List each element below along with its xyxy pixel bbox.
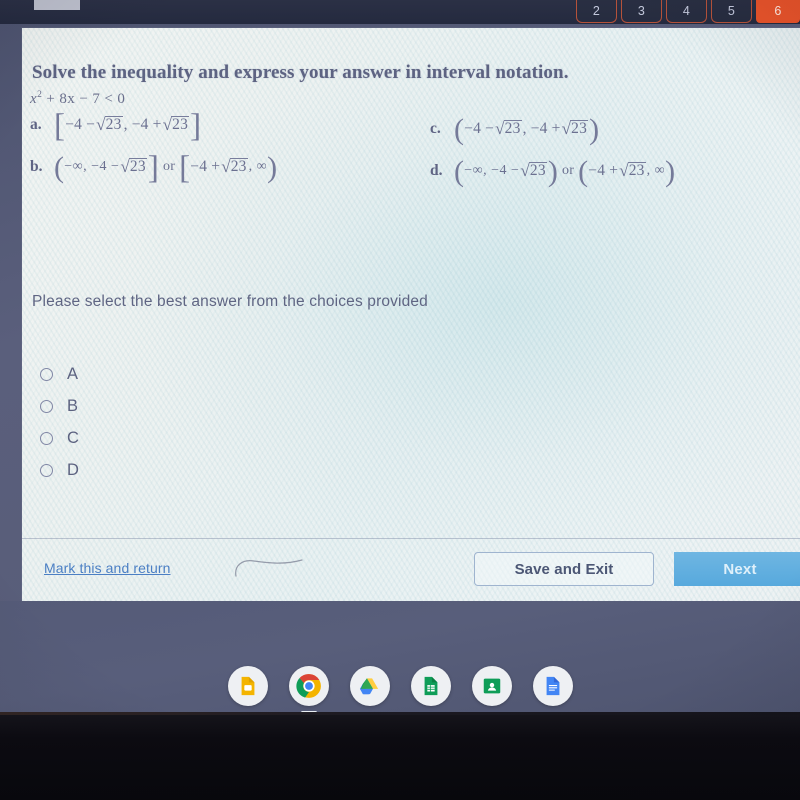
- choice-d-radical-1: √ 23: [520, 162, 547, 180]
- question-tab-3[interactable]: 3: [621, 0, 662, 23]
- chromeos-shelf: [0, 660, 800, 714]
- select-answer-instruction: Please select the best answer from the c…: [32, 293, 428, 310]
- choice-b-first-left: −∞, −4 −: [64, 159, 120, 174]
- choice-d-second-left: −4 +: [588, 162, 619, 179]
- radio-label-c: C: [67, 428, 79, 447]
- choice-a-radicand-2: 23: [171, 116, 190, 134]
- choice-a-left-term: −4 −: [65, 116, 96, 133]
- answer-choice-d[interactable]: d. ( −∞, −4 − √ 23 ) or ( −4 + √ 23 , ∞ …: [430, 155, 676, 188]
- question-tab-6[interactable]: 6: [756, 0, 800, 23]
- next-button[interactable]: Next: [674, 552, 800, 586]
- choice-c-radical-1: √ 23: [495, 120, 522, 138]
- google-docs-icon[interactable]: [532, 666, 573, 706]
- choice-b-second-left: −4 +: [190, 158, 221, 175]
- equation-variable: x: [30, 91, 38, 107]
- choice-d-letter: d.: [430, 162, 443, 179]
- radio-option-a[interactable]: A: [40, 358, 79, 390]
- choice-a-letter: a.: [30, 116, 42, 133]
- choice-c-radical-2: √ 23: [562, 120, 589, 138]
- choice-d-first-left: −∞, −4 −: [464, 163, 520, 178]
- choice-d-expression: ( −∞, −4 − √ 23 ) or ( −4 + √ 23 , ∞): [454, 155, 676, 188]
- choice-d-radicand-1: 23: [528, 162, 547, 180]
- browser-chrome-bar: 2 3 4 5 6: [0, 0, 800, 24]
- answer-choice-a[interactable]: a. [ −4 − √ 23 , −4 + √ 23 ]: [30, 108, 202, 144]
- choice-c-expression: ( −4 − √ 23 , −4 + √ 23 ): [454, 113, 600, 146]
- choice-c-radicand-2: 23: [570, 120, 589, 138]
- choice-c-letter: c.: [430, 120, 441, 137]
- question-tab-4[interactable]: 4: [666, 0, 707, 23]
- google-classroom-icon[interactable]: [471, 666, 512, 706]
- choice-b-letter: b.: [30, 158, 43, 175]
- choice-d-or-word: or: [562, 163, 575, 178]
- radio-circle-icon[interactable]: [40, 367, 53, 381]
- google-sheets-icon[interactable]: [410, 666, 451, 706]
- mark-this-and-return-link[interactable]: Mark this and return: [44, 560, 171, 576]
- radio-option-b[interactable]: B: [40, 390, 79, 422]
- choice-a-mid: , −4 +: [123, 116, 162, 133]
- choice-a-expression: [ −4 − √ 23 , −4 + √ 23 ]: [54, 108, 202, 144]
- choice-a-radicand-1: 23: [104, 116, 123, 134]
- screenshot-root: 2 3 4 5 6 Solve the inequality and expre…: [0, 0, 800, 800]
- choice-d-radicand-2: 23: [627, 162, 646, 180]
- screen-smudge-artifact: [235, 559, 303, 577]
- save-and-exit-button[interactable]: Save and Exit: [474, 552, 654, 586]
- question-number-tabs: 2 3 4 5 6: [576, 0, 800, 24]
- choice-b-radical-1: √ 23: [120, 158, 147, 176]
- choice-b-or-word: or: [163, 159, 176, 174]
- equation-rest: + 8x − 7 < 0: [46, 91, 126, 107]
- answer-choice-c[interactable]: c. ( −4 − √ 23 , −4 + √ 23 ): [430, 113, 600, 146]
- question-tab-2[interactable]: 2: [576, 0, 617, 23]
- quiz-card: Solve the inequality and express your an…: [22, 28, 800, 601]
- choice-a-radical-2: √ 23: [163, 116, 190, 134]
- laptop-screen: 2 3 4 5 6 Solve the inequality and expre…: [0, 0, 800, 714]
- question-tab-5[interactable]: 5: [711, 0, 752, 23]
- choice-b-radical-2: √ 23: [221, 158, 248, 176]
- choice-c-mid: , −4 +: [522, 120, 561, 137]
- choice-b-second-right: , ∞: [248, 159, 268, 174]
- choice-c-left-term: −4 −: [464, 120, 495, 137]
- choice-b-radicand-1: 23: [128, 158, 147, 176]
- footer-divider: [22, 538, 800, 539]
- radio-label-a: A: [67, 364, 79, 383]
- radio-label-b: B: [67, 396, 79, 415]
- google-chrome-icon[interactable]: [288, 666, 329, 714]
- google-slides-icon[interactable]: [227, 666, 268, 706]
- radio-option-d[interactable]: D: [40, 454, 79, 486]
- question-prompt: Solve the inequality and express your an…: [32, 62, 569, 83]
- laptop-bezel-bottom: [0, 712, 800, 800]
- choice-a-radical-1: √ 23: [96, 116, 123, 134]
- radio-circle-icon[interactable]: [40, 431, 53, 445]
- google-drive-icon[interactable]: [349, 666, 390, 706]
- equation-exponent: 2: [37, 90, 43, 100]
- radio-label-d: D: [67, 460, 79, 479]
- choice-c-radicand-1: 23: [503, 120, 522, 138]
- answer-radio-group: A B C D: [40, 358, 79, 486]
- radio-option-c[interactable]: C: [40, 422, 79, 454]
- radio-circle-icon[interactable]: [40, 463, 53, 477]
- choice-b-expression: ( −∞, −4 − √ 23 ] or [ −4 + √ 23 , ∞): [54, 150, 278, 186]
- choice-b-radicand-2: 23: [229, 158, 248, 176]
- browser-tab-stub[interactable]: [34, 0, 80, 10]
- choice-d-radical-2: √ 23: [619, 162, 646, 180]
- question-equation: x2 + 8x − 7 < 0: [30, 90, 125, 108]
- choice-d-second-right: , ∞: [646, 163, 666, 178]
- answer-choice-b[interactable]: b. ( −∞, −4 − √ 23 ] or [ −4 + √ 23 , ∞ …: [30, 150, 278, 186]
- radio-circle-icon[interactable]: [40, 399, 53, 413]
